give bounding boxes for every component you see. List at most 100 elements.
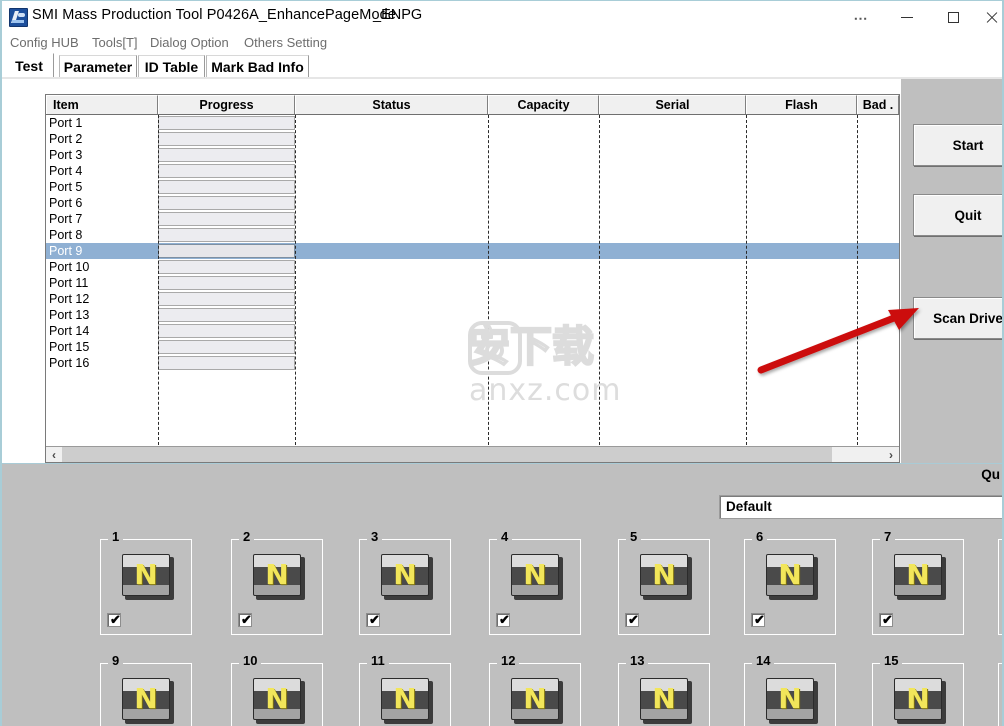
drive-select-checkbox[interactable]: ✔ xyxy=(107,613,121,627)
table-row[interactable]: Port 15 xyxy=(46,339,899,355)
menu-item-config-hub[interactable]: Config HUB xyxy=(10,35,79,50)
column-header-capacity[interactable]: Capacity xyxy=(488,95,599,114)
table-row[interactable]: Port 16 xyxy=(46,355,899,371)
port-label: Port 16 xyxy=(49,356,90,370)
menu-item-tools-t[interactable]: Tools[T] xyxy=(92,35,138,50)
tab-id-table[interactable]: ID Table xyxy=(138,55,205,77)
port-label: Port 12 xyxy=(49,292,90,306)
quit-button[interactable]: Quit xyxy=(913,194,1002,236)
port-label: Port 2 xyxy=(49,132,83,146)
drive-select-checkbox[interactable]: ✔ xyxy=(879,613,893,627)
maximize-button[interactable] xyxy=(930,1,976,34)
table-row[interactable]: Port 13 xyxy=(46,307,899,323)
column-separator xyxy=(857,115,858,445)
menu-item-dialog-option[interactable]: Dialog Option xyxy=(150,35,229,50)
port-label: Port 14 xyxy=(49,324,90,338)
drive-icon: N xyxy=(511,678,563,724)
progress-bar xyxy=(158,196,295,210)
drive-card[interactable]: 10 N xyxy=(231,654,323,726)
close-button[interactable] xyxy=(976,1,1002,34)
drive-card[interactable]: 2 N ✔ xyxy=(231,530,323,635)
drive-card-number: 13 xyxy=(626,654,649,668)
column-header-flash[interactable]: Flash xyxy=(746,95,857,114)
grid-horizontal-scrollbar[interactable]: ‹ › xyxy=(46,446,899,462)
close-icon xyxy=(985,11,998,24)
more-options-button[interactable]: ⋯ xyxy=(838,1,884,34)
drive-letter: N xyxy=(393,682,417,715)
drive-select-checkbox[interactable]: ✔ xyxy=(751,613,765,627)
column-separator xyxy=(599,115,600,445)
scan-drive-button[interactable]: Scan Drive xyxy=(913,297,1002,339)
column-header-status[interactable]: Status xyxy=(295,95,488,114)
drive-card-number: 15 xyxy=(880,654,903,668)
drive-card[interactable]: 12 N xyxy=(489,654,581,726)
table-row[interactable]: Port 11 xyxy=(46,275,899,291)
progress-bar xyxy=(158,180,295,194)
drive-card[interactable]: 5 N ✔ xyxy=(618,530,710,635)
drive-card-number: 14 xyxy=(752,654,775,668)
drive-card[interactable]: 1 N ✔ xyxy=(100,530,192,635)
drive-letter: N xyxy=(778,682,802,715)
table-row[interactable]: Port 12 xyxy=(46,291,899,307)
scroll-left-arrow-icon[interactable]: ‹ xyxy=(46,447,62,462)
maximize-icon xyxy=(947,12,959,23)
port-grid: Item Progress Status Capacity Serial Flash Bad… xyxy=(45,94,900,463)
table-row[interactable]: Port 7 xyxy=(46,211,899,227)
tab-mark-bad-info[interactable]: Mark Bad Info xyxy=(206,55,309,77)
scrollbar-thumb[interactable] xyxy=(62,447,832,462)
drive-card[interactable]: 9N xyxy=(100,654,192,726)
table-row[interactable]: Port 14 xyxy=(46,323,899,339)
tab-test[interactable]: Test xyxy=(4,53,54,77)
drive-select-checkbox[interactable]: ✔ xyxy=(238,613,252,627)
table-row[interactable]: Port 3 xyxy=(46,147,899,163)
drive-letter: N xyxy=(523,558,547,591)
menu-item-others-setting[interactable]: Others Setting xyxy=(244,35,327,50)
drive-card[interactable]: 11 N xyxy=(359,654,451,726)
progress-bar xyxy=(158,340,295,354)
application-window: SMI Mass Production Tool P0426A_EnhanceP… xyxy=(0,0,1004,726)
grid-rows: Port 1 Port 2 Port 3 Port 4 Port 5 Port 6 Port… xyxy=(46,115,899,445)
column-header-progress[interactable]: Progress xyxy=(158,95,295,114)
progress-bar xyxy=(158,164,295,178)
port-label: Port 6 xyxy=(49,196,83,210)
drive-card[interactable]: 8N✔ xyxy=(998,539,1002,635)
tab-parameter[interactable]: Parameter xyxy=(59,55,137,77)
drive-card[interactable]: 15 N xyxy=(872,654,964,726)
table-row[interactable]: Port 10 xyxy=(46,259,899,275)
column-header-item[interactable]: Item xyxy=(46,95,158,114)
drive-card[interactable]: 6 N ✔ xyxy=(744,530,836,635)
checkmark-icon: ✔ xyxy=(241,612,252,627)
minimize-button[interactable] xyxy=(884,1,930,34)
drive-card[interactable]: 3 N ✔ xyxy=(359,530,451,635)
grid-header-row: Item Progress Status Capacity Serial Flash Bad… xyxy=(46,95,899,115)
column-header-serial[interactable]: Serial xyxy=(599,95,746,114)
checkmark-icon: ✔ xyxy=(110,612,121,627)
table-row[interactable]: Port 4 xyxy=(46,163,899,179)
drive-select-checkbox[interactable]: ✔ xyxy=(496,613,510,627)
drive-card[interactable]: 7 N ✔ xyxy=(872,530,964,635)
drive-card[interactable]: 16N xyxy=(998,663,1002,726)
start-button[interactable]: Start xyxy=(913,124,1002,166)
table-row[interactable]: Port 9 xyxy=(46,243,899,259)
drive-card[interactable]: 13 N xyxy=(618,654,710,726)
drive-card[interactable]: 14 N xyxy=(744,654,836,726)
drive-select-checkbox[interactable]: ✔ xyxy=(366,613,380,627)
scroll-right-arrow-icon[interactable]: › xyxy=(883,447,899,462)
progress-bar xyxy=(158,228,295,242)
drive-select-checkbox[interactable]: ✔ xyxy=(625,613,639,627)
table-row[interactable]: Port 8 xyxy=(46,227,899,243)
table-row[interactable]: Port 1 xyxy=(46,115,899,131)
port-label: Port 9 xyxy=(49,244,83,258)
table-row[interactable]: Port 6 xyxy=(46,195,899,211)
minimize-icon xyxy=(901,17,913,18)
drive-card-number: 12 xyxy=(497,654,520,668)
port-label: Port 8 xyxy=(49,228,83,242)
profile-combobox[interactable]: Default xyxy=(719,495,1002,519)
table-row[interactable]: Port 2 xyxy=(46,131,899,147)
drive-letter: N xyxy=(134,682,158,715)
column-header-bad[interactable]: Bad . xyxy=(857,95,899,114)
progress-bar xyxy=(158,212,295,226)
drive-card[interactable]: 4 N ✔ xyxy=(489,530,581,635)
checkmark-icon: ✔ xyxy=(369,612,380,627)
table-row[interactable]: Port 5 xyxy=(46,179,899,195)
